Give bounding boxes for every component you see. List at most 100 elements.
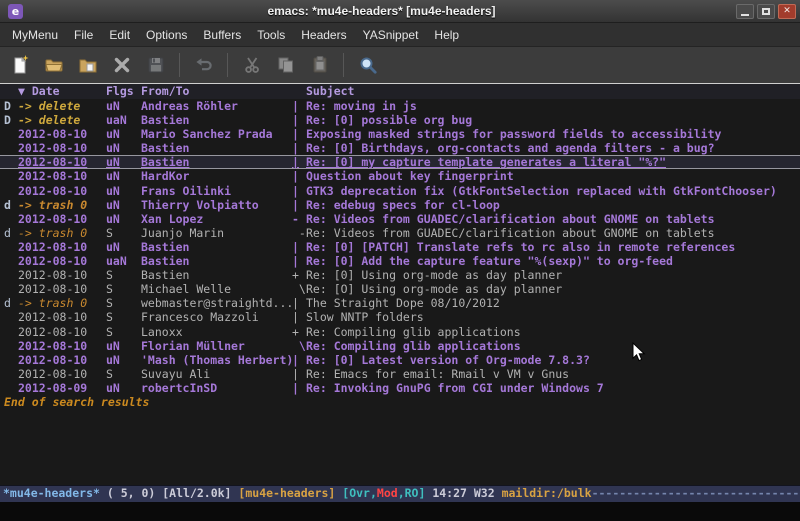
- cell-flags: uN: [106, 99, 141, 113]
- cell-mark: [0, 240, 18, 254]
- message-row[interactable]: 2012-08-10uNMario Sanchez Prada|Exposing…: [0, 127, 800, 141]
- cell-flags: S: [106, 226, 141, 240]
- cell-from: Mario Sanchez Prada: [141, 127, 292, 141]
- message-row[interactable]: 2012-08-10uNFrans Oilinki|GTK3 deprecati…: [0, 184, 800, 198]
- cell-from: Florian Müllner: [141, 339, 292, 353]
- cell-from: Thierry Volpiatto: [141, 198, 292, 212]
- cell-sep: |: [292, 155, 306, 169]
- cell-flags: uaN: [106, 254, 141, 268]
- message-row[interactable]: d-> trash 0uNThierry Volpiatto|Re: edebu…: [0, 198, 800, 212]
- open-file-button[interactable]: [40, 52, 67, 79]
- message-row[interactable]: 2012-08-09uNrobertcInSD|Re: Invoking Gnu…: [0, 381, 800, 395]
- undo-icon: [194, 55, 214, 75]
- echo-area[interactable]: [0, 502, 800, 521]
- column-sep: [292, 84, 306, 99]
- cell-subj: Re: [0] Birthdays, org-contacts and agen…: [306, 141, 800, 155]
- undo-button[interactable]: [190, 52, 217, 79]
- minimize-button[interactable]: [736, 4, 754, 19]
- message-row[interactable]: 2012-08-10SFrancesco Mazzoli|Slow NNTP f…: [0, 310, 800, 324]
- kill-buffer-button[interactable]: [108, 52, 135, 79]
- cell-sep: |: [292, 310, 306, 324]
- message-row[interactable]: d-> trash 0SJuanjo Marin -Re: Videos fro…: [0, 226, 800, 240]
- message-row[interactable]: 2012-08-10uaNBastien|Re: [0] Add the cap…: [0, 254, 800, 268]
- cell-subj: Re: [0] Latest version of Org-mode 7.8.3…: [306, 353, 800, 367]
- cell-subj: Re: moving in js: [306, 99, 800, 113]
- toolbar-separator: [179, 53, 180, 77]
- cell-date: 2012-08-10: [18, 254, 106, 268]
- cell-subj: Re: Videos from GUADEC/clarification abo…: [306, 212, 800, 226]
- message-row[interactable]: 2012-08-10SBastien+Re: [0] Using org-mod…: [0, 268, 800, 282]
- menu-item-tools[interactable]: Tools: [249, 25, 293, 45]
- modeline-modified-flag: Mod: [377, 486, 398, 500]
- message-row[interactable]: d-> trash 0Swebmaster@straightd...|The S…: [0, 296, 800, 310]
- modeline-status: [Ovr,: [335, 486, 377, 500]
- menu-item-headers[interactable]: Headers: [293, 25, 354, 45]
- cell-flags: S: [106, 282, 141, 296]
- cell-mark: [0, 184, 18, 198]
- message-row[interactable]: 2012-08-10SMichael Welle \Re: [O] Using …: [0, 282, 800, 296]
- modeline[interactable]: *mu4e-headers* ( 5, 0) [All/2.0k] [mu4e-…: [0, 485, 800, 502]
- cell-date: -> trash 0: [18, 296, 106, 310]
- cell-flags: uN: [106, 169, 141, 183]
- menu-item-options[interactable]: Options: [138, 25, 195, 45]
- menu-item-yasnippet[interactable]: YASnippet: [355, 25, 427, 45]
- search-button[interactable]: [354, 52, 381, 79]
- message-row[interactable]: 2012-08-10uN'Mash (Thomas Herbert)|Re: […: [0, 353, 800, 367]
- column-from[interactable]: From/To: [141, 84, 292, 99]
- message-row[interactable]: 2012-08-10SLanoxx+Re: Compiling glib app…: [0, 325, 800, 339]
- new-file-button[interactable]: [6, 52, 33, 79]
- cell-from: Bastien: [141, 113, 292, 127]
- folder-button[interactable]: [74, 52, 101, 79]
- cell-sep: |: [292, 113, 306, 127]
- message-row[interactable]: D-> deleteuaNBastien|Re: [0] possible or…: [0, 113, 800, 127]
- cell-date: 2012-08-10: [18, 212, 106, 226]
- cell-date: 2012-08-10: [18, 184, 106, 198]
- cell-sep: |: [292, 367, 306, 381]
- cell-date: 2012-08-10: [18, 268, 106, 282]
- maximize-button[interactable]: [757, 4, 775, 19]
- cell-date: 2012-08-10: [18, 310, 106, 324]
- cell-subj: Re: Invoking GnuPG from CGI under Window…: [306, 381, 800, 395]
- column-date[interactable]: ▼ Date: [18, 84, 106, 99]
- cell-from: Bastien: [141, 155, 292, 169]
- message-row[interactable]: 2012-08-10uNXan Lopez-Re: Videos from GU…: [0, 212, 800, 226]
- menu-item-mymenu[interactable]: MyMenu: [4, 25, 66, 45]
- message-row[interactable]: D-> deleteuNAndreas Röhler|Re: moving in…: [0, 99, 800, 113]
- cell-flags: S: [106, 268, 141, 282]
- message-row[interactable]: 2012-08-10uNFlorian Müllner \Re: Compili…: [0, 339, 800, 353]
- message-row[interactable]: 2012-08-10uNBastien|Re: [0] [PATCH] Tran…: [0, 240, 800, 254]
- cut-button[interactable]: [238, 52, 265, 79]
- cell-subj: Re: Compiling glib applications: [306, 339, 800, 353]
- cell-mark: [0, 155, 18, 169]
- cell-date: 2012-08-10: [18, 339, 106, 353]
- message-row[interactable]: 2012-08-10uNHardKor|Question about key f…: [0, 169, 800, 183]
- emacs-icon: e: [8, 4, 23, 19]
- save-button[interactable]: [142, 52, 169, 79]
- close-button[interactable]: ✕: [778, 4, 796, 19]
- titlebar[interactable]: e emacs: *mu4e-headers* [mu4e-headers] ✕: [0, 0, 800, 23]
- paste-button[interactable]: [306, 52, 333, 79]
- cell-from: webmaster@straightd...: [141, 296, 292, 310]
- menu-item-file[interactable]: File: [66, 25, 101, 45]
- copy-icon: [276, 55, 296, 75]
- modeline-filler: ----------------------------------------…: [592, 486, 800, 500]
- copy-button[interactable]: [272, 52, 299, 79]
- cell-sep: -: [292, 212, 306, 226]
- cell-date: -> delete: [18, 113, 106, 127]
- message-row[interactable]: 2012-08-10uNBastien|Re: [0] my capture t…: [0, 155, 800, 169]
- cell-sep: |: [292, 99, 306, 113]
- cell-flags: uN: [106, 141, 141, 155]
- menu-item-buffers[interactable]: Buffers: [195, 25, 249, 45]
- cell-date: 2012-08-10: [18, 127, 106, 141]
- modeline-position: ( 5, 0) [All/2.0k]: [100, 486, 238, 500]
- message-row[interactable]: 2012-08-10SSuvayu Ali|Re: Emacs for emai…: [0, 367, 800, 381]
- column-flags[interactable]: Flgs: [106, 84, 141, 99]
- menu-item-help[interactable]: Help: [426, 25, 467, 45]
- message-row[interactable]: 2012-08-10uNBastien|Re: [0] Birthdays, o…: [0, 141, 800, 155]
- menu-item-edit[interactable]: Edit: [101, 25, 138, 45]
- column-subject[interactable]: Subject: [306, 84, 800, 99]
- cut-icon: [242, 55, 262, 75]
- cell-sep: |: [292, 381, 306, 395]
- cell-date: 2012-08-10: [18, 325, 106, 339]
- cell-flags: uN: [106, 127, 141, 141]
